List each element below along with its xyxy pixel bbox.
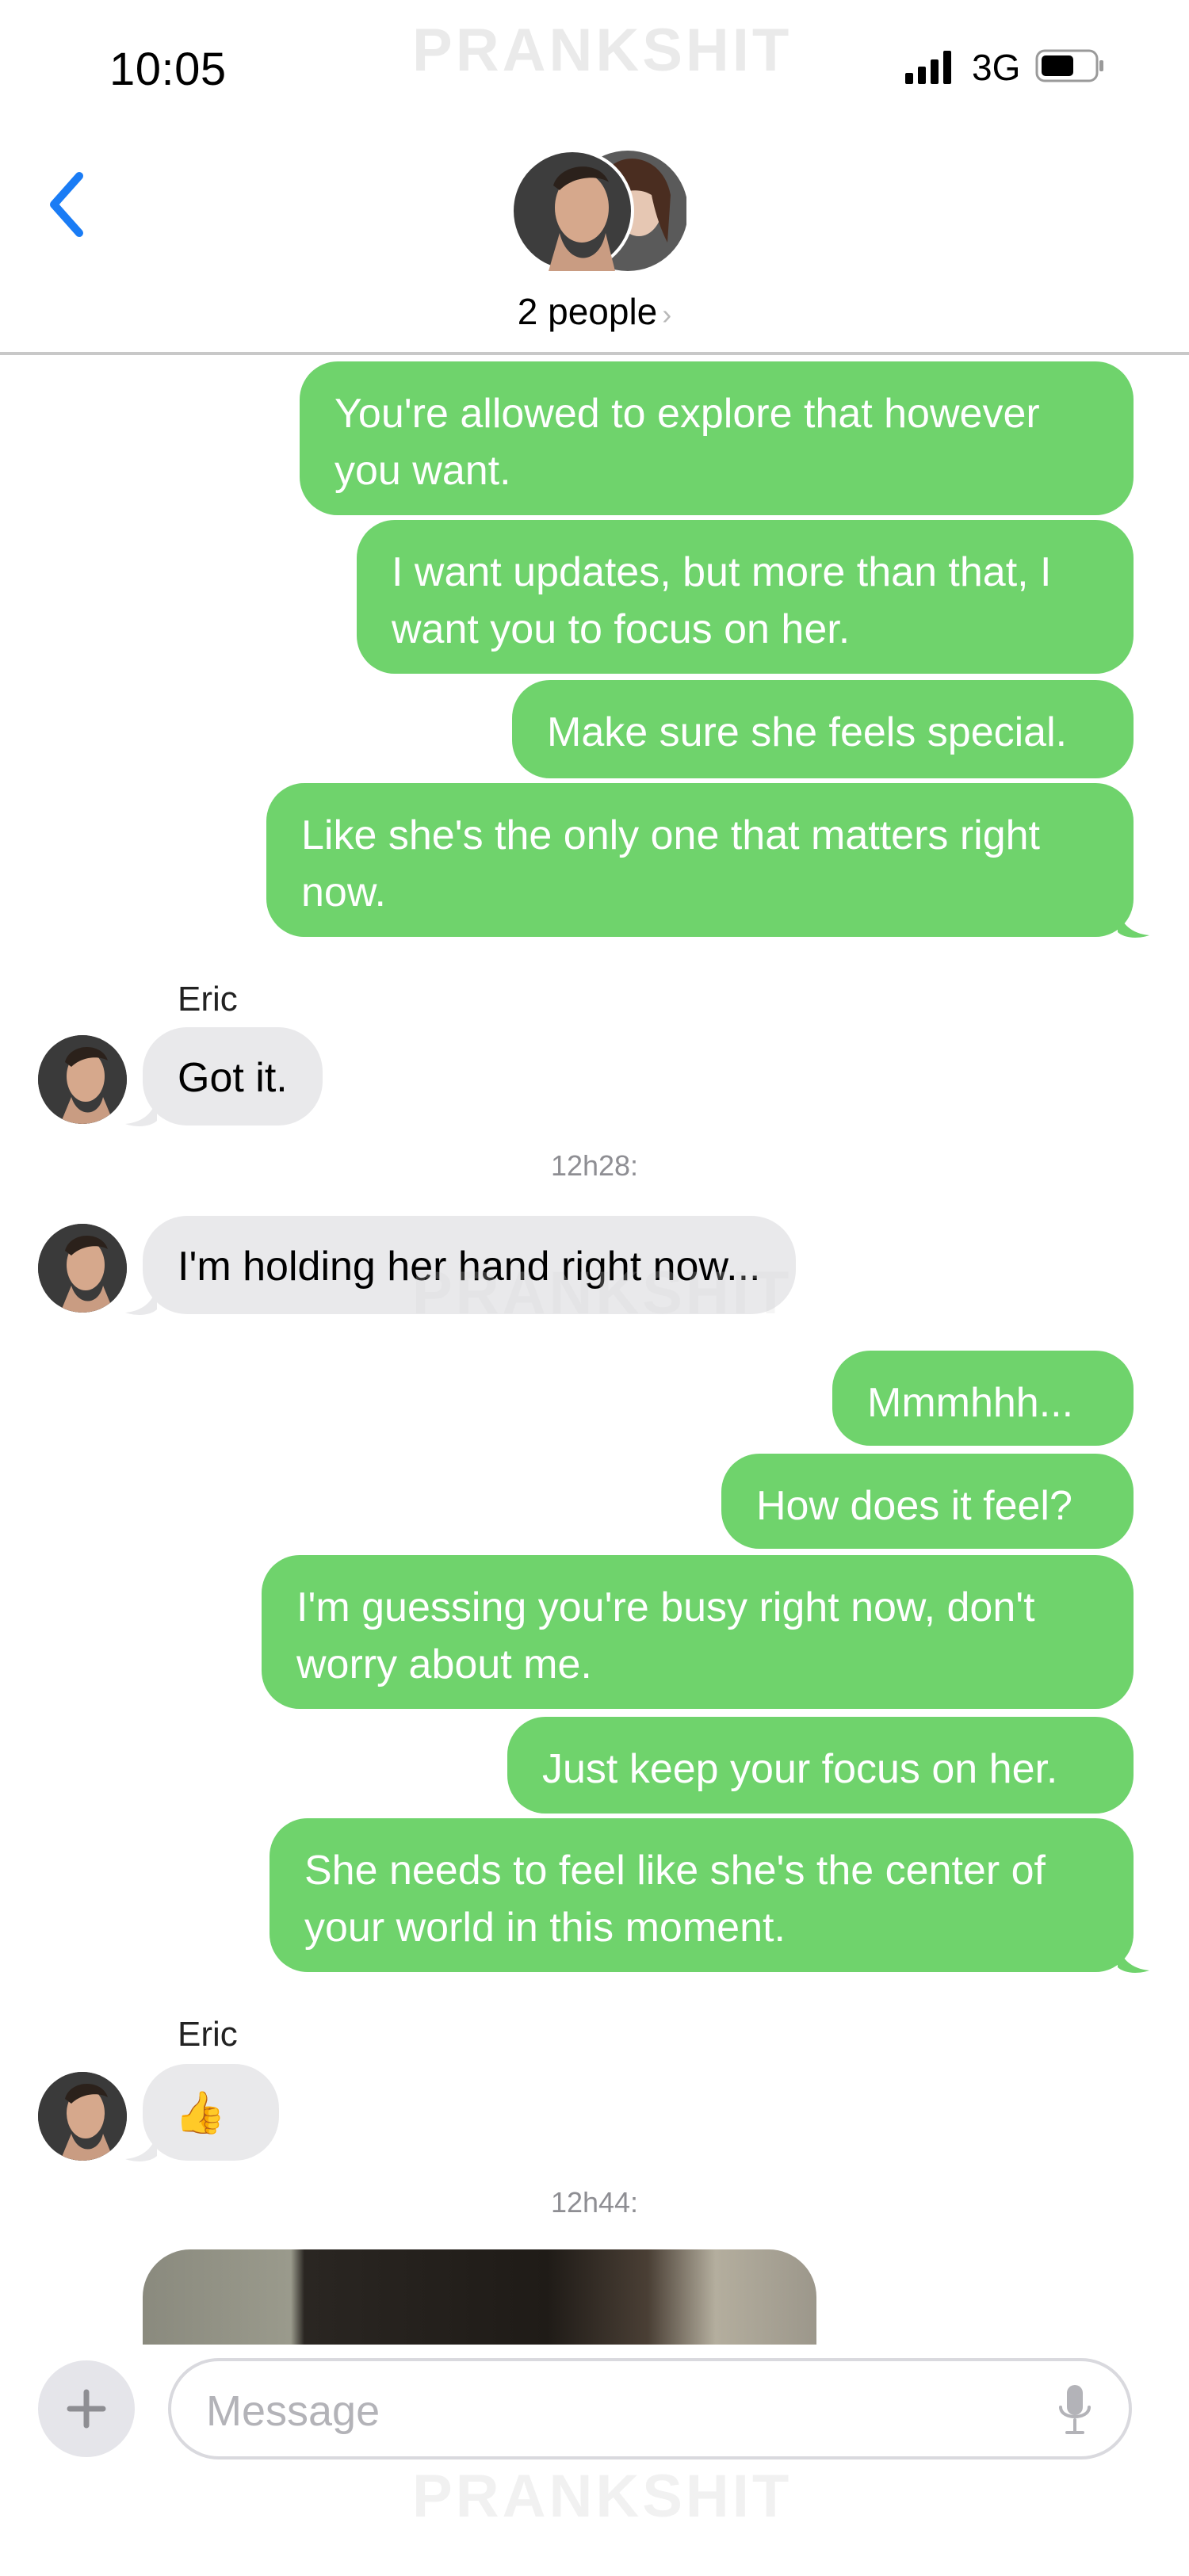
watermark-bottom: PRANKSHIT xyxy=(412,2463,793,2530)
outgoing-message[interactable]: You're allowed to explore that however y… xyxy=(300,361,1134,515)
header-divider xyxy=(0,352,1189,355)
bubble-tail xyxy=(1118,908,1149,938)
incoming-reaction-message[interactable]: 👍 xyxy=(143,2064,279,2161)
plus-icon xyxy=(67,2389,106,2429)
outgoing-message[interactable]: Just keep your focus on her. xyxy=(507,1717,1134,1814)
timestamp: 12h28: xyxy=(550,1149,639,1182)
outgoing-message[interactable]: She needs to feel like she's the center … xyxy=(270,1818,1134,1972)
thumbs-up-icon: 👍 xyxy=(174,2090,226,2136)
image-message[interactable] xyxy=(143,2249,816,2345)
network-type: 3G xyxy=(972,47,1021,88)
watermark-top: PRANKSHIT xyxy=(412,17,793,84)
group-people-count: 2 people xyxy=(517,291,658,332)
outgoing-message[interactable]: I'm guessing you're busy right now, don'… xyxy=(262,1555,1134,1709)
timestamp: 12h44: xyxy=(550,2186,639,2219)
group-avatar[interactable] xyxy=(510,147,688,274)
status-time: 10:05 xyxy=(109,44,227,95)
sender-avatar[interactable] xyxy=(38,1035,127,1124)
sender-avatar[interactable] xyxy=(38,1224,127,1313)
signal-strength-icon xyxy=(905,51,951,84)
outgoing-message[interactable]: Like she's the only one that matters rig… xyxy=(266,783,1134,937)
watermark-middle: PRANKSHIT xyxy=(412,1259,793,1327)
outgoing-message[interactable]: How does it feel? xyxy=(721,1454,1134,1549)
chevron-right-icon: › xyxy=(662,298,672,331)
outgoing-message[interactable]: Make sure she feels special. xyxy=(512,680,1134,778)
incoming-message[interactable]: Got it. xyxy=(143,1027,323,1126)
battery-icon xyxy=(1035,49,1103,82)
outgoing-message[interactable]: I want updates, but more than that, I wa… xyxy=(357,520,1134,674)
group-title[interactable]: 2 people › xyxy=(0,290,1189,333)
outgoing-message[interactable]: Mmmhhh... xyxy=(832,1351,1134,1446)
microphone-icon[interactable] xyxy=(1056,2382,1094,2439)
sender-name: Eric xyxy=(178,980,238,1019)
bubble-tail xyxy=(1118,1943,1149,1973)
sender-avatar[interactable] xyxy=(38,2072,127,2161)
plus-button[interactable] xyxy=(38,2360,135,2457)
message-field[interactable] xyxy=(168,2358,1132,2459)
back-button[interactable] xyxy=(41,165,97,244)
sender-name: Eric xyxy=(178,2015,238,2054)
message-input[interactable] xyxy=(205,2382,1000,2440)
